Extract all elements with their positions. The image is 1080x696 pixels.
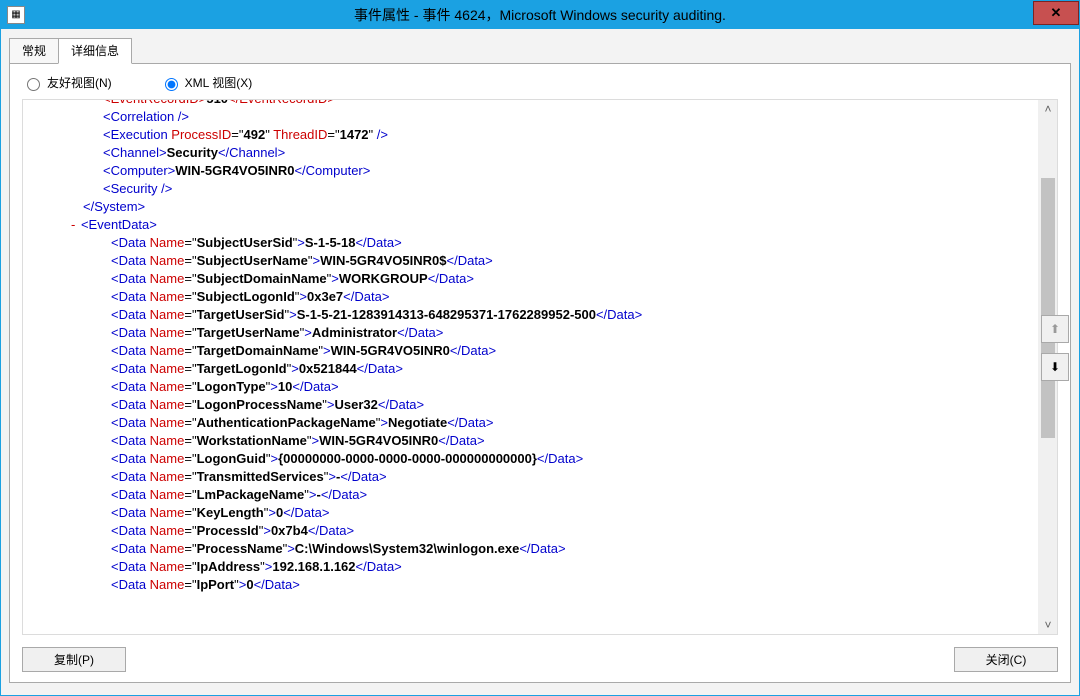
close-dialog-button[interactable]: 关闭(C) [954, 647, 1058, 672]
xml-content-frame: <EventRecordID>510</EventRecordID><Corre… [22, 99, 1058, 635]
friendly-view-option[interactable]: 友好视图(N) [22, 74, 112, 91]
tab-details[interactable]: 详细信息 [58, 38, 132, 64]
copy-button[interactable]: 复制(P) [22, 647, 126, 672]
scroll-thumb[interactable] [1041, 178, 1055, 438]
friendly-view-label: 友好视图(N) [47, 74, 112, 91]
tab-strip: 常规 详细信息 [9, 37, 1071, 63]
xml-content[interactable]: <EventRecordID>510</EventRecordID><Corre… [23, 100, 1039, 634]
scroll-down-button[interactable]: ˅ [1039, 616, 1057, 634]
friendly-view-radio[interactable] [27, 78, 40, 91]
dialog-footer: 复制(P) 关闭(C) [22, 635, 1058, 672]
xml-view-radio[interactable] [165, 78, 178, 91]
scroll-up-button[interactable]: ˄ [1039, 100, 1057, 118]
prev-record-button[interactable]: ⬆ [1041, 315, 1069, 343]
record-nav: ⬆ ⬇ [1041, 315, 1069, 381]
next-record-button[interactable]: ⬇ [1041, 353, 1069, 381]
title-bar: ▦ 事件属性 - 事件 4624，Microsoft Windows secur… [1, 1, 1079, 29]
window-title: 事件属性 - 事件 4624，Microsoft Windows securit… [1, 5, 1079, 25]
close-button[interactable]: ✕ [1033, 1, 1079, 25]
window-sysicon: ▦ [7, 6, 25, 24]
tab-general[interactable]: 常规 [9, 38, 59, 64]
tab-panel-details: 友好视图(N) XML 视图(X) <EventRecordID>510</Ev… [9, 63, 1071, 683]
xml-view-option[interactable]: XML 视图(X) [160, 74, 253, 91]
xml-view-label: XML 视图(X) [185, 74, 253, 91]
view-mode-bar: 友好视图(N) XML 视图(X) [22, 74, 1058, 99]
